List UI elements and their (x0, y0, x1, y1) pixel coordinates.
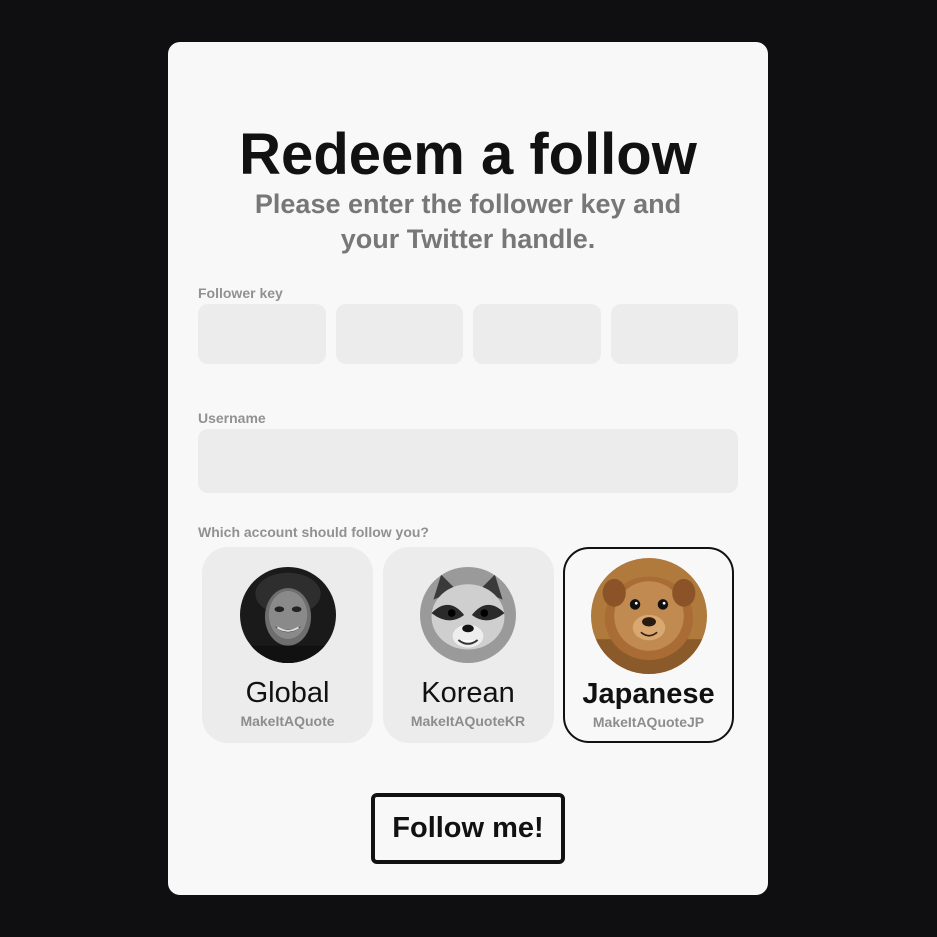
follower-key-label: Follower key (198, 285, 283, 301)
account-name: Global (245, 677, 330, 709)
account-handle: MakeItAQuote (240, 713, 335, 729)
page-title: Redeem a follow (239, 122, 697, 187)
redeem-card: Redeem a follow Please enter the followe… (168, 42, 768, 895)
username-label: Username (198, 410, 266, 426)
page-subtitle: Please enter the follower key and your T… (254, 189, 682, 254)
quokka-avatar-icon (590, 558, 707, 674)
joker-avatar-icon (239, 567, 336, 663)
follower-key-field-3[interactable] (473, 304, 601, 364)
username-field[interactable] (198, 429, 738, 493)
account-options: Global MakeItAQuote Korean MakeItAQuoteK… (202, 547, 734, 744)
account-handle: MakeItAQuoteKR (410, 713, 526, 729)
account-option-japanese[interactable]: Japanese MakeItAQuoteJP (563, 547, 734, 743)
follower-key-field-1[interactable] (198, 304, 326, 364)
raccoon-avatar-icon (420, 567, 516, 663)
follow-me-button[interactable]: Follow me! (371, 793, 565, 864)
account-handle: MakeItAQuoteJP (592, 714, 705, 730)
follower-key-group (198, 304, 738, 364)
account-option-global[interactable]: Global MakeItAQuote (202, 547, 373, 743)
follower-key-field-4[interactable] (610, 304, 738, 364)
follower-key-field-2[interactable] (335, 304, 463, 364)
account-option-korean[interactable]: Korean MakeItAQuoteKR (382, 547, 554, 743)
account-question-label: Which account should follow you? (198, 524, 429, 540)
account-name: Korean (421, 677, 515, 709)
account-name: Japanese (582, 678, 715, 710)
